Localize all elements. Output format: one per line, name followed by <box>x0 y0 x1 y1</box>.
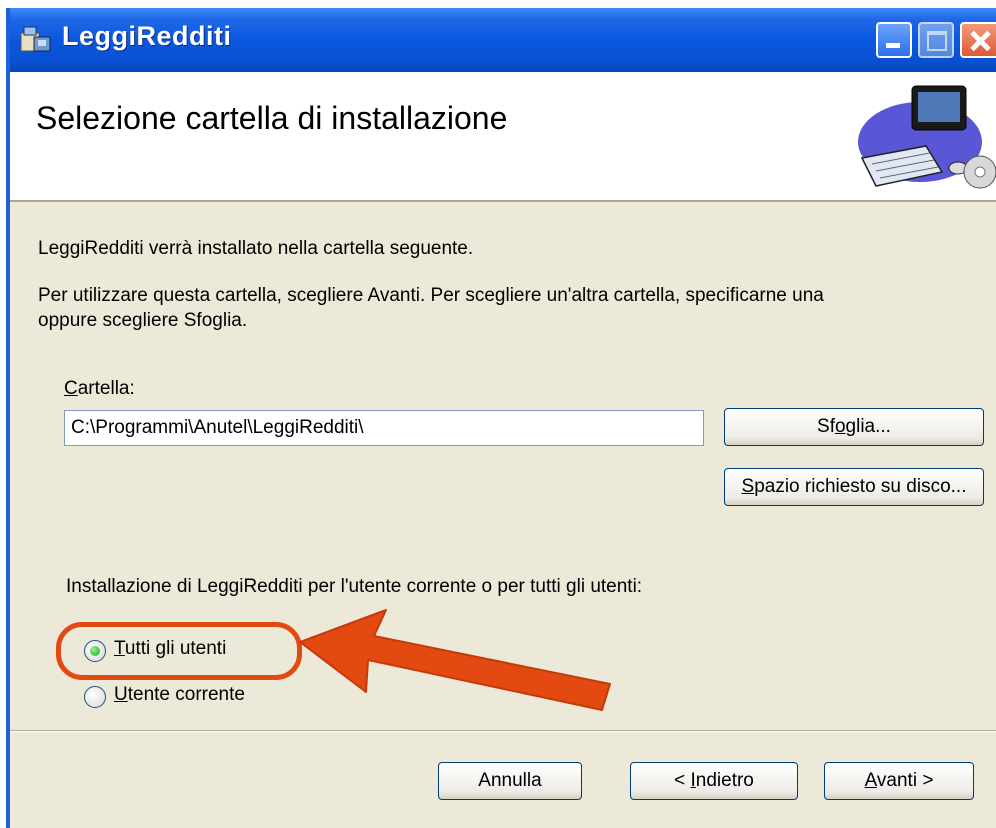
installer-window: LeggiRedditi Selezione cartella di insta… <box>6 8 996 828</box>
page-title: Selezione cartella di installazione <box>36 100 508 136</box>
header-banner: Selezione cartella di installazione <box>10 72 996 202</box>
back-button[interactable]: < Indietro <box>630 762 798 800</box>
minimize-icon[interactable] <box>876 22 912 58</box>
footer-divider <box>10 730 996 732</box>
computer-setup-graphic <box>858 85 996 189</box>
folder-path-input[interactable] <box>64 410 704 446</box>
next-button[interactable]: Avanti > <box>824 762 974 800</box>
cancel-button[interactable]: Annulla <box>438 762 582 800</box>
browse-button[interactable]: Sfoglia... <box>724 408 984 446</box>
maximize-icon[interactable] <box>918 22 954 58</box>
current-user-radio[interactable] <box>84 686 106 708</box>
title-bar[interactable]: LeggiRedditi <box>10 8 996 72</box>
instructions-line-2: oppure scegliere Sfoglia. <box>38 310 248 331</box>
folder-label: Cartella: <box>64 378 135 399</box>
instructions-line-1: Per utilizzare questa cartella, sceglier… <box>38 285 824 306</box>
annotation-arrow <box>299 609 611 711</box>
close-icon[interactable] <box>960 22 996 58</box>
installer-icon <box>20 26 51 52</box>
current-user-label[interactable]: Utente corrente <box>114 684 245 706</box>
annotation-highlight-ellipse <box>56 622 302 680</box>
intro-text: LeggiRedditi verrà installato nella cart… <box>38 238 474 259</box>
disk-space-button[interactable]: Spazio richiesto su disco... <box>724 468 984 506</box>
window-title: LeggiRedditi <box>62 21 232 51</box>
install-scope-question: Installazione di LeggiRedditi per l'uten… <box>66 576 643 597</box>
dialog-content: LeggiRedditi verrà installato nella cart… <box>10 202 996 828</box>
